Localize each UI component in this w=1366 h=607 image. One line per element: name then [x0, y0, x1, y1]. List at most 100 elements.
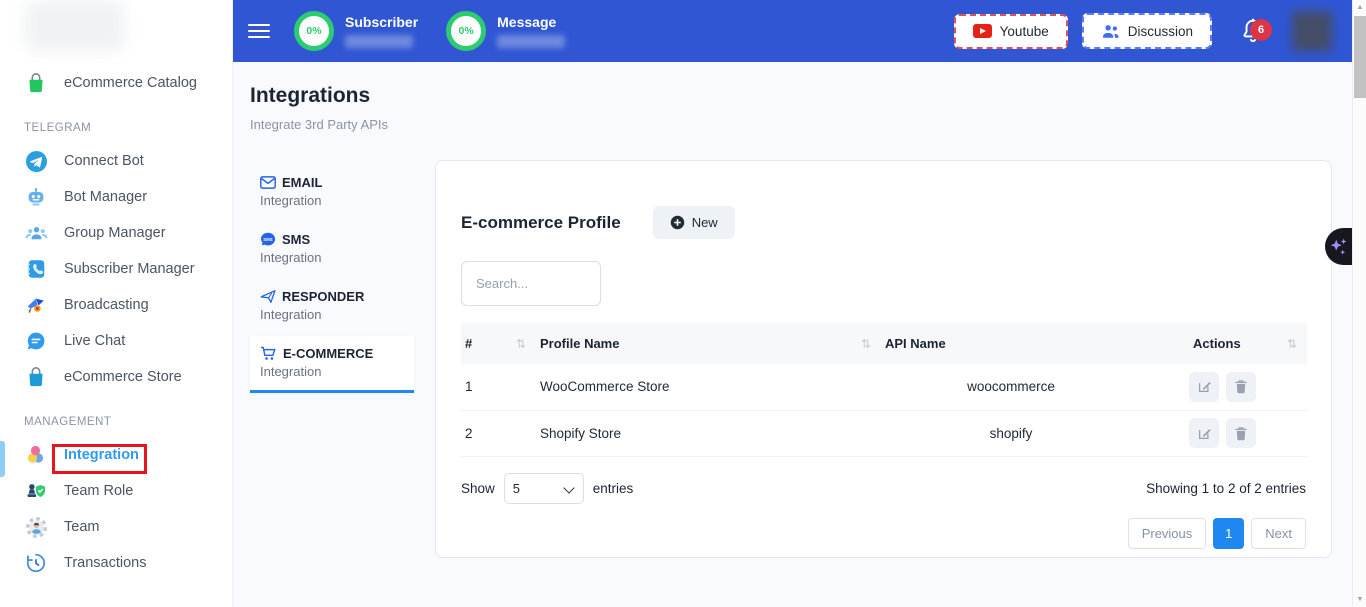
sidebar-item-team[interactable]: Team [0, 512, 232, 542]
subscriber-stat-label: Subscriber [345, 14, 418, 30]
sidebar-item-transactions[interactable]: Transactions [0, 548, 232, 578]
next-page-button[interactable]: Next [1251, 518, 1306, 549]
edit-button[interactable] [1189, 418, 1219, 448]
sidebar-item-ecommerce-catalog[interactable]: eCommerce Catalog [0, 68, 232, 98]
sidebar-item-label: Broadcasting [64, 297, 149, 313]
delete-button[interactable] [1226, 372, 1256, 402]
previous-page-button[interactable]: Previous [1128, 518, 1207, 549]
subscriber-progress-ring: 0% [294, 11, 334, 51]
sidebar-item-label: Group Manager [64, 225, 166, 241]
hamburger-menu-icon[interactable] [248, 24, 270, 38]
trash-icon [1234, 426, 1248, 441]
sidebar-item-label: Integration [64, 447, 139, 463]
sidebar-item-team-role[interactable]: Team Role [0, 476, 232, 506]
column-header-num[interactable]: #⇅ [461, 323, 536, 364]
shopping-bag-blue-icon [24, 365, 48, 389]
sidebar-item-label: eCommerce Store [64, 369, 182, 385]
search-input[interactable] [461, 261, 601, 306]
subnav-tab-responder[interactable]: RESPONDER Integration [250, 279, 414, 336]
sidebar-item-label: Bot Manager [64, 189, 147, 205]
sidebar-item-subscriber-manager[interactable]: Subscriber Manager [0, 254, 232, 284]
sidebar-item-ecommerce-store[interactable]: eCommerce Store [0, 362, 232, 392]
table-row: 1 WooCommerce Store woocommerce [461, 364, 1307, 410]
user-avatar[interactable] [1292, 11, 1332, 51]
sidebar-section-telegram: TELEGRAM [0, 104, 232, 146]
subnav-tab-subtitle: Integration [260, 364, 404, 379]
shopping-bag-green-icon [24, 71, 48, 95]
column-header-actions[interactable]: Actions⇅ [1141, 323, 1307, 364]
new-profile-button[interactable]: New [653, 206, 735, 239]
scrollbar-thumb[interactable] [1354, 16, 1366, 98]
page-size-select[interactable]: 5 [504, 473, 584, 504]
subnav-tab-email[interactable]: EMAIL Integration [250, 165, 414, 222]
profile-name-cell: WooCommerce Store [536, 364, 881, 410]
robot-icon [24, 185, 48, 209]
page-1-button[interactable]: 1 [1213, 518, 1244, 549]
sidebar-item-label: Subscriber Manager [64, 261, 195, 277]
sidebar-item-label: Team [64, 519, 99, 535]
table-row: 2 Shopify Store shopify [461, 410, 1307, 456]
notification-count-badge: 6 [1250, 19, 1272, 41]
message-progress-ring: 0% [446, 11, 486, 51]
table-header-row: #⇅ Profile Name⇅ API Name Actions⇅ [461, 323, 1307, 364]
transactions-clock-icon [24, 551, 48, 575]
chat-bubble-icon [24, 329, 48, 353]
broadcast-flag-icon [24, 293, 48, 317]
edit-pencil-icon [1197, 426, 1212, 441]
subnav-tab-title: SMS [282, 232, 310, 247]
telegram-icon [24, 149, 48, 173]
scroll-down-arrow-icon[interactable]: ▼ [1353, 596, 1366, 603]
sidebar-item-group-manager[interactable]: Group Manager [0, 218, 232, 248]
sidebar-item-connect-bot[interactable]: Connect Bot [0, 146, 232, 176]
sparkles-icon [1328, 235, 1350, 259]
edit-pencil-icon [1197, 379, 1212, 394]
sidebar-item-live-chat[interactable]: Live Chat [0, 326, 232, 356]
column-header-profile[interactable]: Profile Name⇅ [536, 323, 881, 364]
sort-icon: ⇅ [1287, 337, 1303, 351]
delete-button[interactable] [1226, 418, 1256, 448]
entries-label: entries [593, 481, 634, 496]
actions-cell [1141, 364, 1307, 410]
subscriber-progress: 0% Subscriber [294, 11, 418, 51]
ecommerce-profile-card: E-commerce Profile New #⇅ Profile Name⇅ … [435, 160, 1332, 558]
subnav-tab-subtitle: Integration [260, 250, 404, 265]
notifications-button[interactable]: 6 [1240, 17, 1266, 45]
profiles-table: #⇅ Profile Name⇅ API Name Actions⇅ 1 Woo… [461, 323, 1307, 457]
envelope-icon [260, 176, 276, 189]
profile-name-cell: Shopify Store [536, 410, 881, 456]
subnav-tab-sms[interactable]: SMS SMS Integration [250, 222, 414, 279]
group-users-icon [24, 221, 48, 245]
plus-circle-icon [670, 215, 685, 230]
browser-scrollbar[interactable]: ▲ ▼ [1352, 0, 1366, 607]
paper-plane-icon [260, 289, 276, 304]
app-logo [25, 0, 125, 52]
integration-circles-icon [24, 443, 48, 467]
sidebar-item-label: Live Chat [64, 333, 125, 349]
users-icon [1101, 23, 1120, 39]
page-subtitle: Integrate 3rd Party APIs [250, 117, 388, 132]
sidebar-item-bot-manager[interactable]: Bot Manager [0, 182, 232, 212]
message-stat-label: Message [497, 14, 565, 30]
role-shield-icon [24, 479, 48, 503]
api-name-cell: shopify [881, 410, 1141, 456]
youtube-button[interactable]: Youtube [954, 14, 1068, 49]
edit-button[interactable] [1189, 372, 1219, 402]
scroll-up-arrow-icon[interactable]: ▲ [1353, 4, 1366, 11]
sidebar-section-management: MANAGEMENT [0, 398, 232, 440]
subnav-tab-title: RESPONDER [282, 289, 364, 304]
cart-icon [260, 346, 277, 361]
subnav-tab-ecommerce[interactable]: E-COMMERCE Integration [250, 336, 414, 393]
actions-cell [1141, 410, 1307, 456]
pagination: Previous 1 Next [461, 518, 1306, 549]
sidebar-item-integration[interactable]: Integration [0, 440, 232, 470]
app-window: eCommerce Catalog TELEGRAM Connect Bot B… [0, 0, 1366, 607]
sort-icon: ⇅ [516, 337, 532, 351]
new-button-label: New [692, 215, 718, 230]
column-header-api[interactable]: API Name [881, 323, 1141, 364]
sidebar-item-broadcasting[interactable]: Broadcasting [0, 290, 232, 320]
api-name-cell: woocommerce [881, 364, 1141, 410]
integration-subnav: EMAIL Integration SMS SMS Integration [250, 165, 414, 393]
discussion-button[interactable]: Discussion [1082, 13, 1212, 49]
top-header: 0% Subscriber 0% Message Youtube Dis [233, 0, 1352, 62]
team-gear-person-icon [24, 515, 48, 539]
